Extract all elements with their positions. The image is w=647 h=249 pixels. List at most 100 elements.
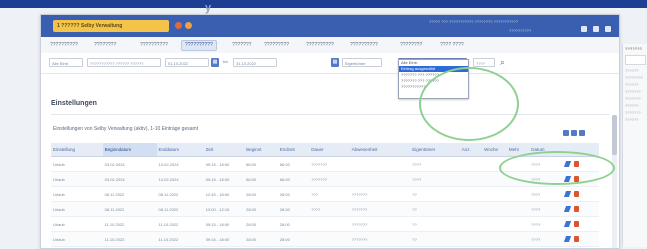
panel-item[interactable]: ?????? bbox=[623, 102, 647, 109]
column-header[interactable]: Eigentümer bbox=[410, 143, 460, 157]
panel-item[interactable]: ?????? bbox=[623, 116, 647, 123]
column-header[interactable]: Einstellung bbox=[51, 143, 103, 157]
delete-icon[interactable] bbox=[573, 221, 579, 227]
back-icon[interactable] bbox=[581, 26, 587, 32]
tab-8[interactable]: ?????????? bbox=[347, 41, 381, 50]
panel-input[interactable] bbox=[625, 55, 646, 65]
column-header[interactable]: Datum bbox=[529, 143, 563, 157]
owner-select[interactable]: Eigentümer bbox=[342, 58, 382, 67]
divider bbox=[51, 114, 609, 115]
contact-badge[interactable]: 1 ?????? Selby Verwaltung bbox=[53, 20, 169, 32]
panel-item[interactable]: ?????? bbox=[623, 67, 647, 74]
column-header[interactable]: Mehr bbox=[506, 143, 530, 157]
panel-item[interactable]: ???????? bbox=[623, 74, 647, 81]
column-header[interactable]: Beginnt bbox=[244, 143, 278, 157]
panel-item[interactable]: ??????? bbox=[623, 109, 647, 116]
delete-icon[interactable] bbox=[573, 191, 579, 197]
column-header[interactable]: Dauer bbox=[309, 143, 350, 157]
table-cell bbox=[506, 186, 530, 202]
column-header[interactable]: Zeit bbox=[203, 143, 245, 157]
menu-icon[interactable] bbox=[605, 26, 611, 32]
delete-icon[interactable] bbox=[573, 206, 579, 212]
table-cell bbox=[506, 231, 530, 247]
table-cell bbox=[459, 156, 483, 172]
table-row[interactable]: Urlaub 03.02.2024 14.02.2024 09:15 - 18:00 6… bbox=[51, 171, 599, 187]
calendar-icon[interactable]: ▦ bbox=[331, 58, 339, 67]
tab-6[interactable]: ????????? bbox=[261, 41, 292, 50]
edit-icon[interactable] bbox=[563, 161, 572, 167]
panel-item[interactable]: ?????? bbox=[623, 81, 647, 88]
column-header[interactable]: Enddatum bbox=[156, 143, 204, 157]
column-header[interactable]: Endzeit bbox=[277, 143, 310, 157]
table-cell: Urlaub bbox=[51, 216, 103, 232]
tab-10[interactable]: ???? ???? bbox=[437, 41, 467, 50]
dropdown-option[interactable]: ??????????? bbox=[399, 84, 468, 90]
table-cell: 09:15 - 18:00 bbox=[203, 171, 245, 187]
table-cell bbox=[482, 156, 507, 172]
column-header-actions bbox=[562, 143, 599, 157]
column-header-sorted[interactable]: Beginndatum bbox=[102, 143, 157, 157]
calendar-icon[interactable]: ▦ bbox=[211, 58, 219, 67]
table-row[interactable]: Urlaub 11.10.2022 11.10.2022 09:15 - 18:00 2… bbox=[51, 216, 599, 232]
tab-5[interactable]: ??????? bbox=[229, 41, 254, 50]
tab-4-active[interactable]: ?????????? bbox=[181, 40, 217, 51]
row-actions bbox=[562, 216, 599, 232]
table-cell bbox=[459, 186, 483, 202]
search-icon[interactable]: ⌕ bbox=[500, 57, 505, 68]
tab-3[interactable]: ?????????? bbox=[137, 41, 171, 50]
table-row[interactable]: Urlaub 08.11.2022 08.11.2022 12:45 - 18:00 2… bbox=[51, 186, 599, 202]
tab-7[interactable]: ?????????? bbox=[303, 41, 337, 50]
table-cell: ???? bbox=[529, 171, 563, 187]
table-cell: ?? bbox=[410, 186, 460, 202]
delete-icon[interactable] bbox=[573, 161, 579, 167]
main-window: 1 ?????? Selby Verwaltung ????? ??? ????… bbox=[40, 14, 620, 249]
column-header[interactable]: Anz. bbox=[459, 143, 483, 157]
table-cell: ???? bbox=[309, 201, 350, 217]
table-cell: ???? bbox=[410, 156, 460, 172]
panel-item[interactable]: ??????? bbox=[623, 88, 647, 95]
panel-item[interactable]: ??????? bbox=[623, 95, 647, 102]
table-row[interactable]: Urlaub 08.11.2022 08.11.2022 13:00 - 12:15 2… bbox=[51, 201, 599, 217]
delete-icon[interactable] bbox=[573, 176, 579, 182]
forward-icon[interactable] bbox=[593, 26, 599, 32]
extra-select[interactable]: ???? bbox=[473, 58, 495, 67]
table-cell: 08.11.2022 bbox=[102, 186, 157, 202]
table-row[interactable]: Urlaub 11.10.2022 11.10.2022 09:15 - 18:00 2… bbox=[51, 231, 599, 247]
delete-icon[interactable] bbox=[573, 236, 579, 242]
table-cell: 11.10.2022 bbox=[102, 231, 157, 247]
row-actions bbox=[562, 201, 599, 217]
edit-icon[interactable] bbox=[563, 206, 572, 212]
tab-2[interactable]: ???????? bbox=[91, 41, 119, 50]
table-cell bbox=[459, 231, 483, 247]
range-select[interactable]: ??????????? ?????? ?????? bbox=[87, 58, 161, 67]
table-cell: 66:00 bbox=[244, 156, 278, 172]
edit-icon[interactable] bbox=[563, 176, 572, 182]
prev-page-icon[interactable] bbox=[571, 130, 577, 136]
table-row[interactable]: Urlaub 03.02.2024 14.02.2024 09:15 - 18:00 6… bbox=[51, 156, 599, 172]
table-cell: Urlaub bbox=[51, 186, 103, 202]
edit-icon[interactable] bbox=[563, 191, 572, 197]
date-to-input[interactable]: 31.10.2022 bbox=[233, 58, 277, 67]
table-cell bbox=[506, 171, 530, 187]
edit-icon[interactable] bbox=[563, 221, 572, 227]
table-cell: 03.02.2024 bbox=[102, 156, 157, 172]
type-select[interactable]: Alle Eintr. bbox=[49, 58, 83, 67]
table-cell: 09:15 - 18:00 bbox=[203, 156, 245, 172]
table-cell: Urlaub bbox=[51, 201, 103, 217]
tab-1[interactable]: ?????????? bbox=[47, 41, 81, 50]
table-cell: 09:15 - 18:00 bbox=[203, 216, 245, 232]
column-header[interactable]: Woche bbox=[482, 143, 507, 157]
date-from-input[interactable]: 01.10.2022 bbox=[165, 58, 209, 67]
column-header[interactable]: Abwesenheit bbox=[349, 143, 411, 157]
edit-icon[interactable] bbox=[563, 236, 572, 242]
header-user-text[interactable]: ?????????? bbox=[509, 28, 531, 33]
first-page-icon[interactable] bbox=[563, 130, 569, 136]
tab-9[interactable]: ???????? bbox=[397, 41, 425, 50]
vertical-scrollbar[interactable] bbox=[612, 115, 617, 248]
table-cell: ?? bbox=[410, 201, 460, 217]
table-cell: 28:00 bbox=[244, 201, 278, 217]
table-cell: ?? bbox=[410, 231, 460, 247]
table-cell: 09:15 - 18:00 bbox=[203, 231, 245, 247]
scrollbar-thumb[interactable] bbox=[612, 115, 617, 155]
next-page-icon[interactable] bbox=[579, 130, 585, 136]
